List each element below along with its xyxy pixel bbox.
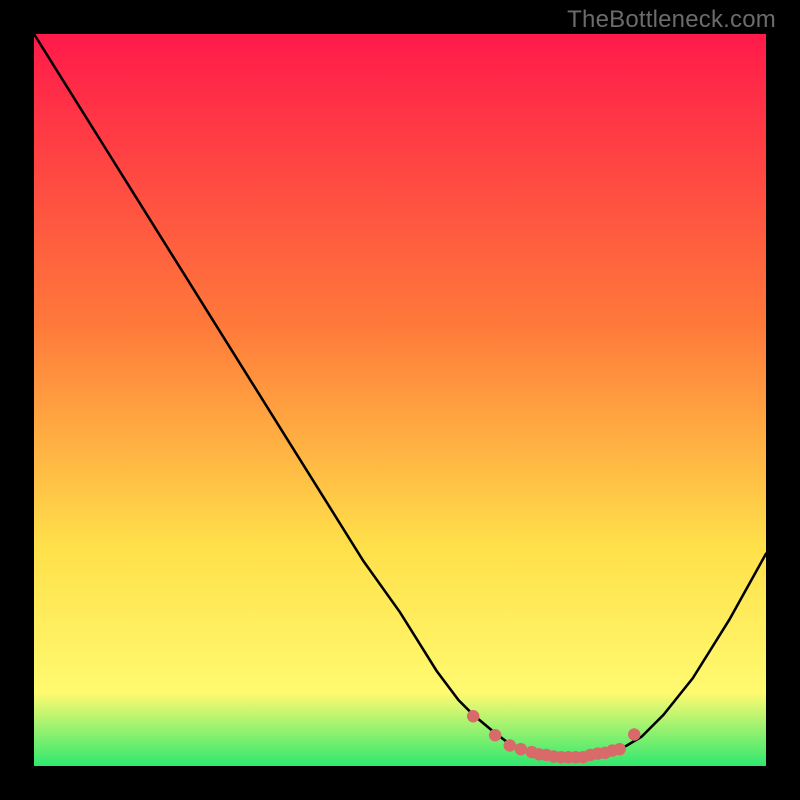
bottleneck-chart bbox=[34, 34, 766, 766]
optimal-dot bbox=[467, 710, 479, 722]
watermark-text: TheBottleneck.com bbox=[567, 6, 776, 34]
optimal-dot bbox=[489, 729, 501, 741]
gradient-background bbox=[34, 34, 766, 766]
optimal-dot bbox=[613, 743, 625, 755]
optimal-dot bbox=[504, 739, 516, 751]
optimal-dot bbox=[515, 743, 527, 755]
optimal-dot bbox=[628, 728, 640, 740]
chart-frame: TheBottleneck.com bbox=[0, 0, 800, 800]
